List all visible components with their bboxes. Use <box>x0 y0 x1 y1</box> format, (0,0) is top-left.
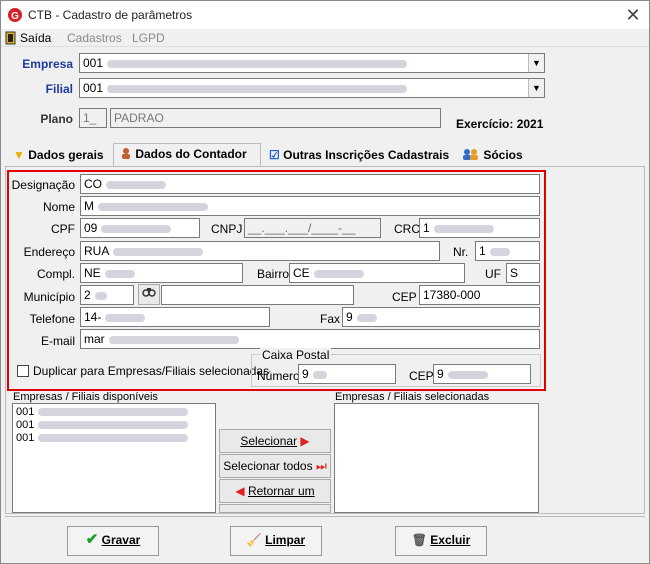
gravar-button[interactable]: ✔ Gravar <box>67 526 159 556</box>
duplicar-checkbox[interactable] <box>17 365 29 377</box>
cep-label: CEP <box>392 290 417 304</box>
uf-label: UF <box>485 267 501 281</box>
window-title: CTB - Cadastro de parâmetros <box>28 8 193 22</box>
cnpj-input: __.___.___/____-__ <box>244 218 381 238</box>
menu-lgpd[interactable]: LGPD <box>132 31 165 45</box>
cp-cep-input[interactable]: 9 <box>433 364 531 384</box>
trash-icon: 🗑 <box>411 533 427 547</box>
menu-bar: Saída Cadastros LGPD <box>1 29 649 47</box>
selecionar-button[interactable]: Selecionar ▶ <box>219 429 331 453</box>
filial-label: Filial <box>45 82 73 96</box>
checkbox-icon: ☑ <box>269 148 280 162</box>
menu-cadastros[interactable]: Cadastros <box>67 31 122 45</box>
main-window: G CTB - Cadastro de parâmetros ✕ Saída C… <box>0 0 650 564</box>
app-logo-icon: G <box>8 8 22 22</box>
numero-input[interactable]: 9 <box>298 364 396 384</box>
telefone-input[interactable]: 14- <box>80 307 270 327</box>
filial-combo[interactable]: 001 ▼ <box>79 78 545 98</box>
limpar-button[interactable]: 🧹 Limpar <box>230 526 322 556</box>
person-icon <box>122 148 130 159</box>
disponiveis-label: Empresas / Filiais disponíveis <box>13 391 158 403</box>
tab-dados-gerais[interactable]: ▼ Dados gerais <box>7 145 110 167</box>
municipio-label: Município <box>23 290 75 304</box>
designacao-input[interactable]: CO <box>80 174 540 194</box>
crc-label: CRC <box>394 222 420 236</box>
duplicar-label: Duplicar para Empresas/Filiais seleciona… <box>33 364 270 378</box>
nome-label: Nome <box>42 200 75 214</box>
selecionadas-list[interactable] <box>334 403 539 513</box>
nr-input[interactable]: 1 <box>475 241 540 261</box>
excluir-button[interactable]: 🗑 Excluir <box>395 526 487 556</box>
endereco-label: Endereço <box>23 245 75 259</box>
checkmark-icon: ✔ <box>85 531 99 548</box>
tab-dados-contador[interactable]: Dados do Contador <box>113 143 261 168</box>
title-bar: G CTB - Cadastro de parâmetros ✕ <box>1 1 649 29</box>
plano-name-field: PADRAO <box>110 108 441 128</box>
selecionar-todos-button[interactable]: Selecionar todos ⏭ <box>219 454 331 478</box>
list-item[interactable]: 001 <box>16 419 189 431</box>
telefone-label: Telefone <box>29 312 75 326</box>
uf-input[interactable]: S <box>506 263 540 283</box>
cep-input[interactable]: 17380-000 <box>419 285 540 305</box>
nome-input[interactable]: M <box>80 196 540 216</box>
broom-icon: 🧹 <box>246 533 262 547</box>
tab-outras-inscricoes[interactable]: ☑ Outras Inscrições Cadastrais <box>263 145 455 167</box>
list-item[interactable]: 001 <box>16 406 189 418</box>
funnel-icon: ▼ <box>13 148 25 162</box>
empresa-label: Empresa <box>22 57 73 71</box>
tab-socios[interactable]: Sócios <box>456 145 529 167</box>
disponiveis-list[interactable]: 001 001 001 <box>12 403 216 513</box>
plano-code-field: 1_ <box>79 108 107 128</box>
bairro-input[interactable]: CE <box>289 263 465 283</box>
email-label: E-mail <box>40 334 75 348</box>
empresa-combo[interactable]: 001 ▼ <box>79 53 545 73</box>
binoculars-search-icon[interactable] <box>138 284 160 305</box>
municipio-code-input[interactable]: 2 <box>80 285 134 305</box>
menu-exit[interactable]: Saída <box>20 31 51 45</box>
compl-input[interactable]: NE <box>80 263 243 283</box>
arrow-left-icon: ◀ <box>235 484 245 498</box>
selecionadas-label: Empresas / Filiais selecionadas <box>335 391 490 403</box>
cnpj-label: CNPJ <box>211 222 243 236</box>
crc-input[interactable]: 1 <box>419 218 540 238</box>
people-icon <box>463 149 478 160</box>
compl-label: Compl. <box>36 267 75 281</box>
arrow-right-icon: ▶ <box>300 434 310 448</box>
bairro-label: Bairro <box>257 267 290 281</box>
numero-label: Número <box>257 369 300 383</box>
plano-label: Plano <box>40 112 73 126</box>
nr-label: Nr. <box>453 245 469 259</box>
retornar-um-button[interactable]: ◀ Retornar um <box>219 479 331 503</box>
cp-cep-label: CEP <box>409 369 434 383</box>
email-input[interactable]: mar <box>80 329 540 349</box>
filial-code: 001 <box>83 81 104 95</box>
svg-text:G: G <box>11 11 19 22</box>
municipio-name-input[interactable] <box>161 285 354 305</box>
endereco-input[interactable]: RUA <box>80 241 440 261</box>
cpf-label: CPF <box>51 222 75 236</box>
retornar-todos-button[interactable] <box>219 504 331 513</box>
designacao-label: Designação <box>11 178 75 192</box>
close-icon[interactable]: ✕ <box>621 3 645 27</box>
divider <box>5 516 645 517</box>
exercicio-label: Exercício: 2021 <box>456 117 544 131</box>
cpf-input[interactable]: 09 <box>80 218 200 238</box>
fax-label: Fax <box>320 312 341 326</box>
chevron-down-icon[interactable]: ▼ <box>528 54 544 72</box>
fax-input[interactable]: 9 <box>342 307 540 327</box>
list-item[interactable]: 001 <box>16 432 189 444</box>
caixa-postal-label: Caixa Postal <box>260 348 332 362</box>
double-arrow-right-icon: ⏭ <box>315 459 327 473</box>
empresa-code: 001 <box>83 56 104 70</box>
exit-door-icon <box>5 31 16 45</box>
chevron-down-icon[interactable]: ▼ <box>528 79 544 97</box>
